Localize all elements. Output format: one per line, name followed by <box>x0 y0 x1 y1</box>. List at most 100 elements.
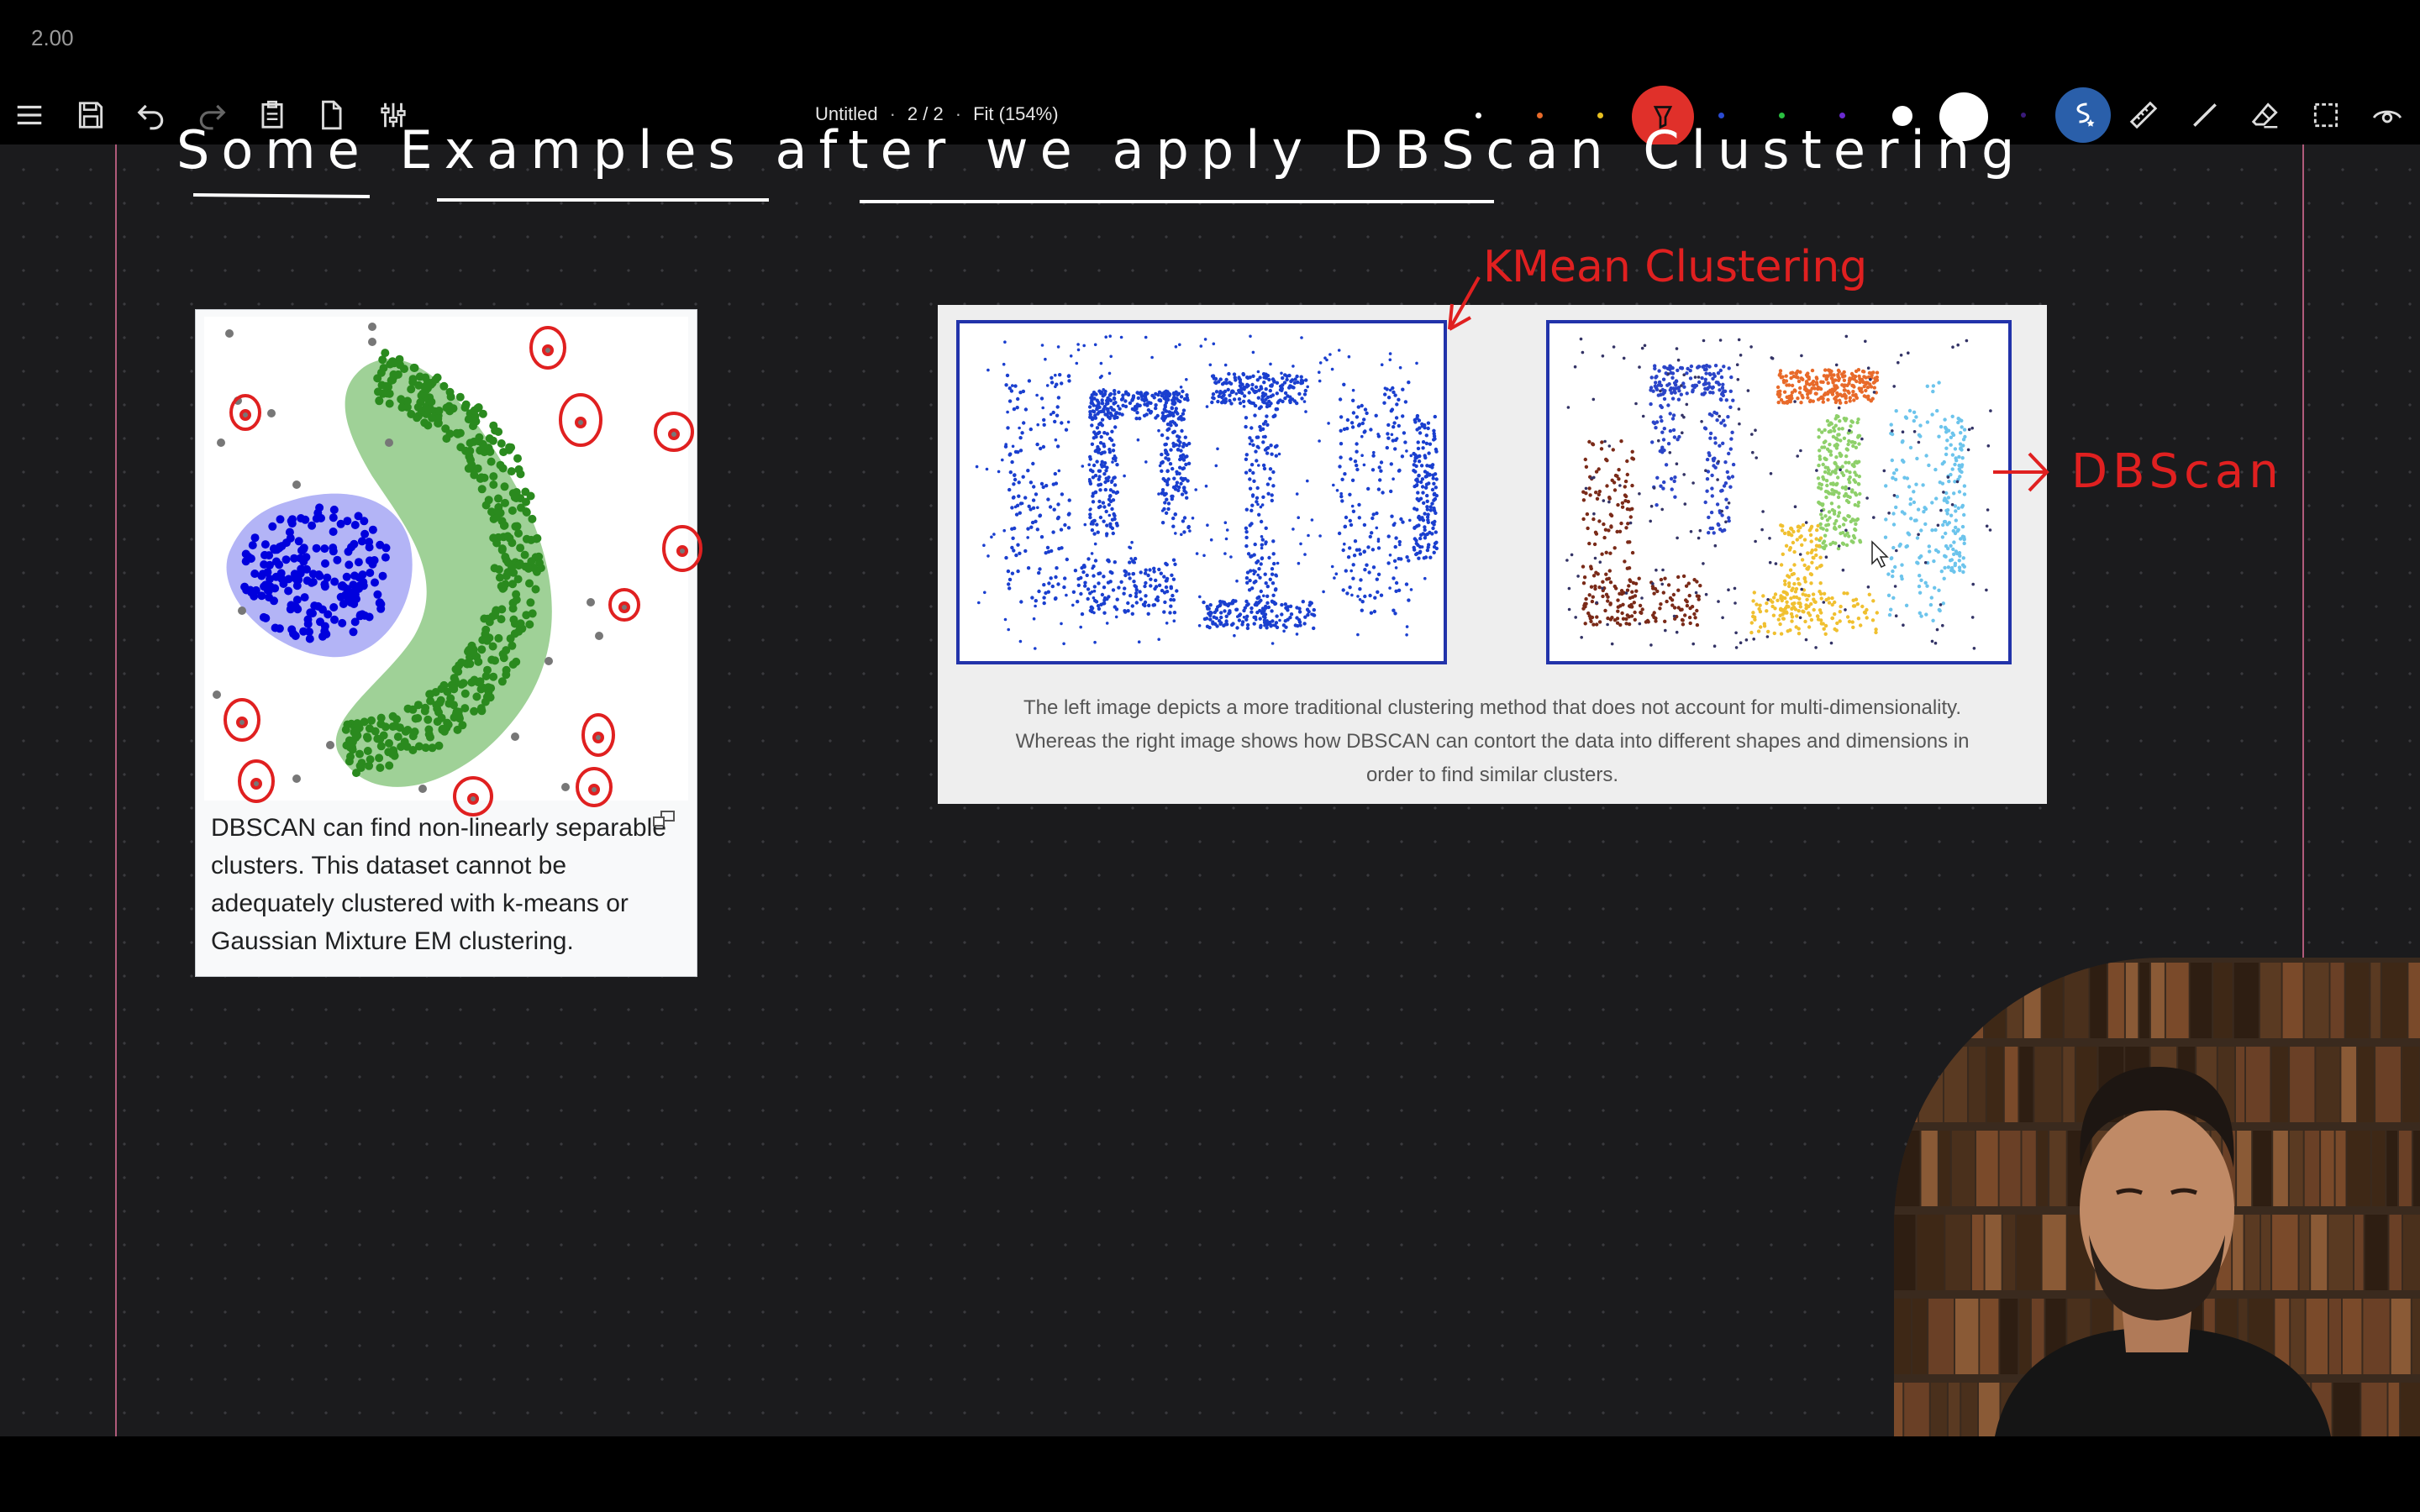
color-swatch-purple[interactable] <box>1839 113 1845 118</box>
dbscan-cluster-point <box>1780 598 1784 603</box>
kmeans-point <box>1241 371 1245 376</box>
book-spine <box>2282 963 2303 1038</box>
eraser-icon[interactable] <box>2244 94 2286 136</box>
color-swatch-yellow[interactable] <box>1597 113 1603 118</box>
cluster-point-green <box>501 580 510 589</box>
kmeans-noise-point <box>1306 385 1309 389</box>
cluster-point-green <box>432 701 441 710</box>
undo-icon[interactable] <box>130 94 172 136</box>
color-swatch-green[interactable] <box>1779 113 1785 118</box>
document-info[interactable]: Untitled · 2 / 2 · Fit (154%) <box>815 97 1059 131</box>
dbscan-cluster-point <box>1924 612 1928 617</box>
kmeans-point <box>1264 375 1268 381</box>
cluster-point-blue <box>357 537 366 546</box>
redo-icon[interactable] <box>191 94 233 136</box>
highlighter-icon[interactable] <box>1632 86 1694 148</box>
kmeans-noise-point <box>1392 477 1395 480</box>
page-border-left <box>115 144 117 1436</box>
kmeans-point <box>1432 434 1437 438</box>
kmeans-point <box>1220 382 1225 386</box>
dbscan-cluster-point <box>1847 514 1851 518</box>
dbscan-cluster-point <box>1889 607 1893 612</box>
color-swatch-orange[interactable] <box>1537 113 1543 118</box>
kmeans-point <box>1063 576 1067 580</box>
dbscan-noise-point <box>1718 339 1723 342</box>
cluster-point-green <box>376 742 386 751</box>
dbscan-cluster-point <box>1915 456 1919 461</box>
kmeans-noise-point <box>1045 384 1050 387</box>
kmeans-point <box>1423 525 1427 529</box>
dbscan-cluster-point <box>1782 390 1787 394</box>
kmeans-point <box>1213 381 1218 385</box>
paste-icon[interactable] <box>251 94 293 136</box>
dbscan-cluster-point <box>1833 527 1838 531</box>
dbscan-cluster-point <box>1653 384 1657 388</box>
kmeans-point <box>1171 413 1176 418</box>
view-icon[interactable] <box>2366 94 2408 136</box>
new-page-icon[interactable] <box>310 94 352 136</box>
kmeans-point <box>1172 611 1177 615</box>
dbscan-cluster-point <box>1858 380 1862 385</box>
kmeans-point <box>1176 412 1180 416</box>
kmeans-noise-point <box>1257 464 1260 467</box>
color-swatch-white-small[interactable] <box>1476 113 1481 118</box>
enlarge-icon[interactable] <box>651 809 676 829</box>
dbscan-cluster-point <box>1692 385 1697 390</box>
kmeans-noise-point <box>1057 469 1061 473</box>
dbscan-noise-point <box>1887 512 1891 515</box>
dbscan-cluster-point <box>1703 427 1708 431</box>
line-icon[interactable] <box>2184 94 2226 136</box>
kmeans-noise-point <box>1376 539 1381 543</box>
kmeans-point <box>1138 403 1142 407</box>
kmeans-point <box>1417 418 1422 423</box>
kmeans-point <box>1273 413 1277 417</box>
kmeans-point <box>1067 498 1071 502</box>
stroke-size-large[interactable] <box>1939 92 1988 141</box>
kmeans-point <box>1262 466 1267 471</box>
kmeans-noise-point <box>1093 343 1097 347</box>
color-swatch-blue[interactable] <box>1718 113 1724 118</box>
dbscan-cluster-point <box>1943 425 1948 430</box>
kmeans-point <box>1112 443 1116 447</box>
stroke-size-medium[interactable] <box>1892 106 1912 126</box>
kmeans-point <box>1054 575 1058 580</box>
dbscan-noise-point <box>1691 481 1695 485</box>
dbscan-cluster-point <box>1597 492 1601 496</box>
kmeans-noise-point <box>1334 572 1339 575</box>
dbscan-cluster-point <box>1819 611 1823 615</box>
kmeans-point <box>1026 469 1030 473</box>
dbscan-noise-point <box>1717 600 1720 603</box>
kmeans-noise-point <box>1264 542 1267 546</box>
kmeans-point <box>1013 477 1018 482</box>
save-icon[interactable] <box>70 94 112 136</box>
dbscan-cluster-point <box>1677 434 1681 439</box>
book-spine <box>2290 1047 2315 1122</box>
menu-icon[interactable] <box>8 94 50 136</box>
cluster-point-green <box>480 473 489 482</box>
kmeans-point <box>1128 593 1133 598</box>
dbscan-noise-point <box>1799 449 1802 453</box>
kmeans-point <box>1169 597 1173 602</box>
cluster-point-green <box>343 720 352 729</box>
kmeans-point <box>1007 386 1012 391</box>
settings-sliders-icon[interactable] <box>372 94 414 136</box>
selection-icon[interactable] <box>2305 94 2347 136</box>
dbscan-cluster-point <box>1891 471 1897 475</box>
kmeans-point <box>1393 393 1397 397</box>
kmeans-point <box>1355 449 1359 454</box>
cluster-point-green <box>488 612 497 621</box>
kmeans-point <box>1423 512 1427 516</box>
zoom-fit-label: Fit (154%) <box>973 103 1059 124</box>
dbscan-cluster-point <box>1615 474 1619 478</box>
shape-pen-icon[interactable] <box>2055 87 2111 143</box>
ruler-icon[interactable] <box>2123 94 2165 136</box>
color-swatch-dark-purple[interactable] <box>2021 113 2026 118</box>
dbscan-cluster-point <box>1916 507 1921 512</box>
dbscan-cluster-point <box>1599 447 1604 451</box>
dbscan-cluster-point <box>1777 395 1781 399</box>
kmeans-point <box>1098 504 1102 509</box>
kmeans-point <box>1244 416 1249 420</box>
dbscan-cluster-point <box>1930 501 1934 505</box>
dbscan-cluster-point <box>1818 555 1823 559</box>
kmeans-point <box>1109 413 1114 417</box>
